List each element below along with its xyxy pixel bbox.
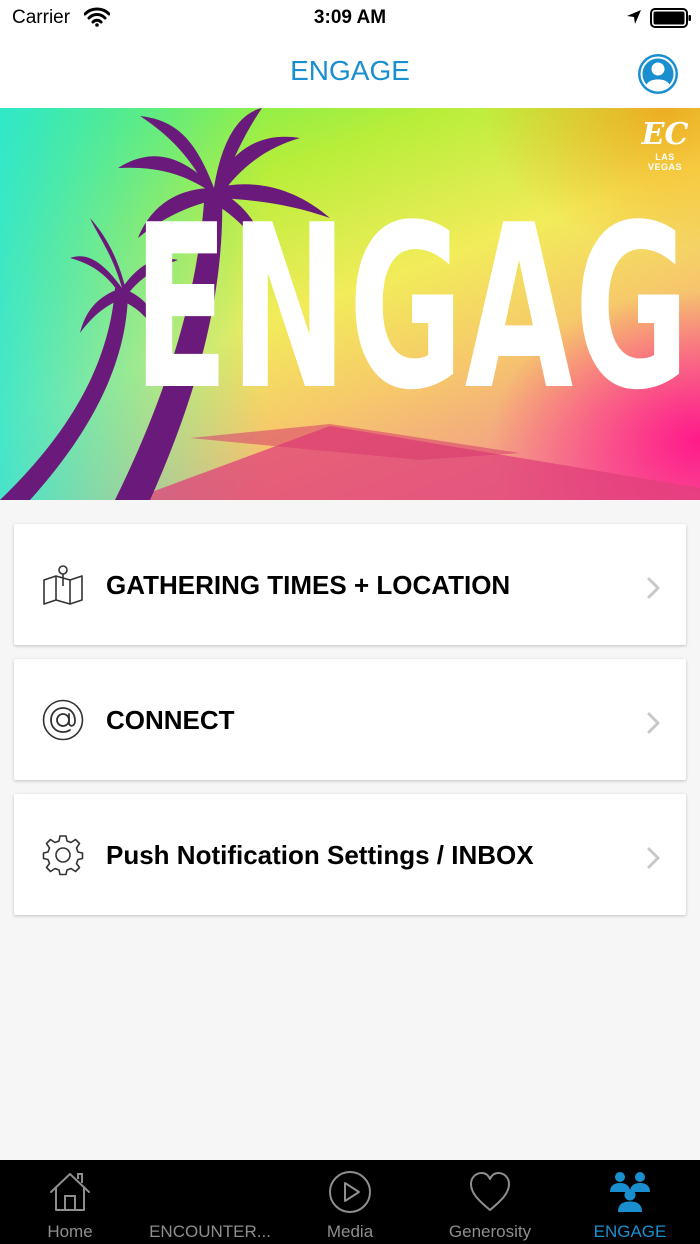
tab-encounter[interactable]: ENCOUNTER... — [140, 1160, 280, 1244]
tab-label: ENGAGE — [593, 1222, 667, 1241]
menu-item-label: CONNECT — [106, 705, 235, 735]
map-pin-icon — [42, 564, 84, 606]
chevron-right-icon — [646, 847, 660, 874]
tab-engage[interactable]: ENGAGE — [560, 1160, 700, 1244]
tab-media[interactable]: Media — [280, 1160, 420, 1244]
menu-item-push-notifications[interactable]: Push Notification Settings / INBOX — [14, 794, 686, 915]
menu-item-label: GATHERING TIMES + LOCATION — [106, 570, 511, 600]
logo-text: LAS VEGAS — [647, 152, 682, 172]
tab-label: ENCOUNTER... — [149, 1222, 271, 1241]
hero-banner: ENGAGE EC LAS VEGAS — [0, 108, 700, 500]
profile-button[interactable] — [638, 54, 678, 94]
people-icon — [608, 1170, 652, 1214]
user-icon — [640, 56, 676, 92]
chevron-right-icon — [646, 577, 660, 604]
tab-generosity[interactable]: Generosity — [420, 1160, 560, 1244]
status-time: 3:09 AM — [313, 7, 387, 28]
tab-bar: Home ENCOUNTER... Media Generosity ENGAG… — [0, 1160, 700, 1244]
hero-title: ENGAGE — [133, 177, 700, 440]
tab-home[interactable]: Home — [0, 1160, 140, 1244]
location-arrow-icon — [625, 8, 643, 31]
menu-item-connect[interactable]: CONNECT — [14, 659, 686, 780]
play-icon — [328, 1170, 372, 1214]
page-title: ENGAGE — [290, 55, 410, 86]
logo-mark: EC — [641, 117, 689, 152]
battery-icon — [650, 8, 692, 33]
nav-bar: ENGAGE — [0, 36, 700, 108]
menu-item-gathering-times[interactable]: GATHERING TIMES + LOCATION — [14, 524, 686, 645]
tab-label: Home — [47, 1222, 93, 1241]
heart-icon — [468, 1170, 512, 1214]
church-logo: EC LAS VEGAS — [638, 117, 692, 173]
tab-label: Media — [326, 1222, 374, 1241]
gear-icon — [42, 834, 84, 876]
status-bar: Carrier 3:09 AM — [0, 0, 700, 36]
tab-label: Generosity — [448, 1222, 532, 1241]
home-icon — [48, 1170, 92, 1214]
menu-item-label: Push Notification Settings / INBOX — [106, 840, 534, 870]
at-sign-icon — [42, 699, 84, 741]
chevron-right-icon — [646, 712, 660, 739]
